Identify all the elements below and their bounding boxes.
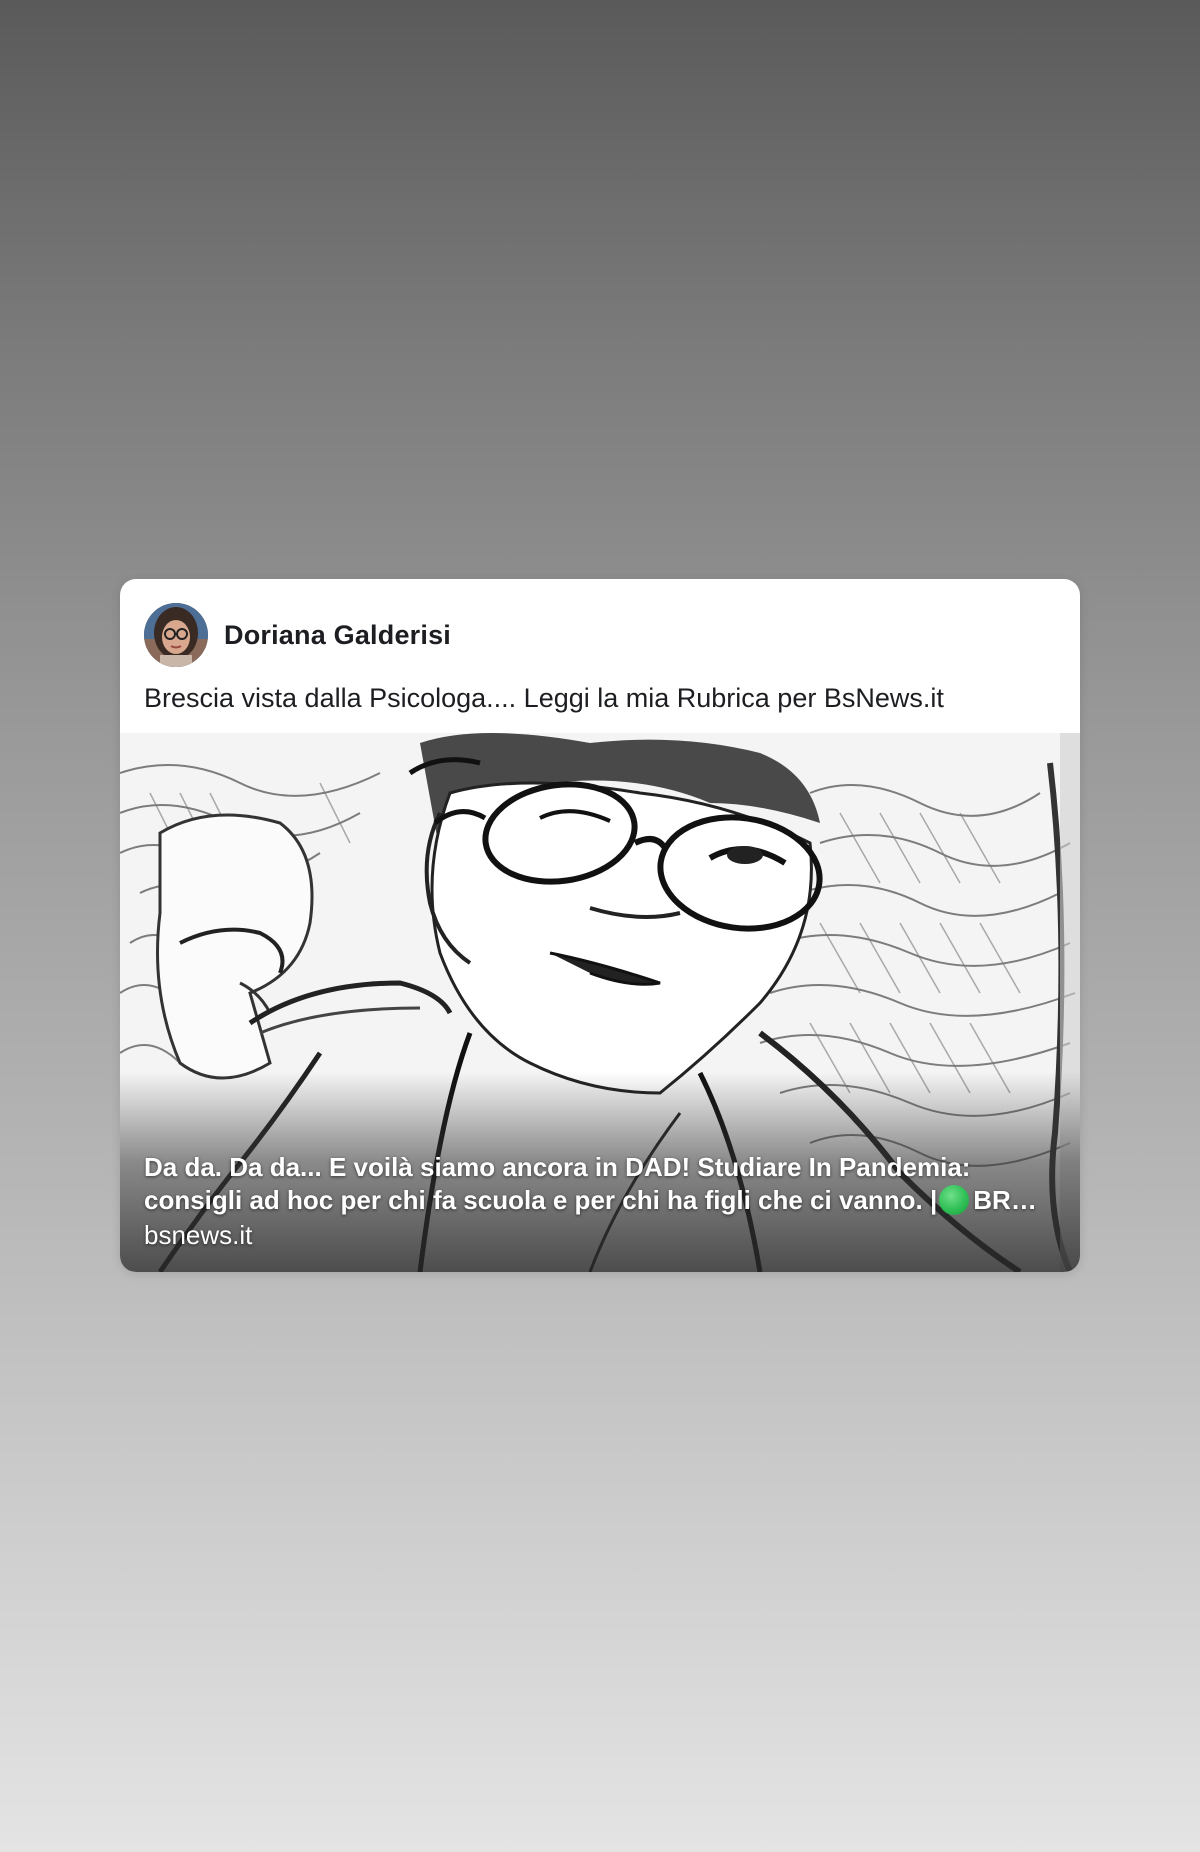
post-text: Brescia vista dalla Psicologa.... Leggi … [144, 683, 944, 713]
link-preview[interactable]: Da da. Da da... E voilà siamo ancora in … [120, 733, 1080, 1272]
link-title-line2: consigli ad hoc per chi fa scuola e per … [144, 1184, 1059, 1217]
author-name[interactable]: Doriana Galderisi [224, 620, 451, 651]
link-title-line1: Da da. Da da... E voilà siamo ancora in … [144, 1152, 971, 1182]
post-header: Doriana Galderisi [144, 603, 451, 667]
shared-post-card[interactable]: Doriana Galderisi Brescia vista dalla Ps… [120, 579, 1080, 1272]
link-title-line2-text: consigli ad hoc per chi fa scuola e per … [144, 1185, 938, 1215]
link-domain: bsnews.it [144, 1220, 253, 1250]
link-title-suffix: BR… [973, 1185, 1037, 1215]
link-title[interactable]: Da da. Da da... E voilà siamo ancora in … [144, 1151, 1059, 1217]
author-avatar[interactable] [144, 603, 208, 667]
green-circle-icon [939, 1185, 970, 1215]
